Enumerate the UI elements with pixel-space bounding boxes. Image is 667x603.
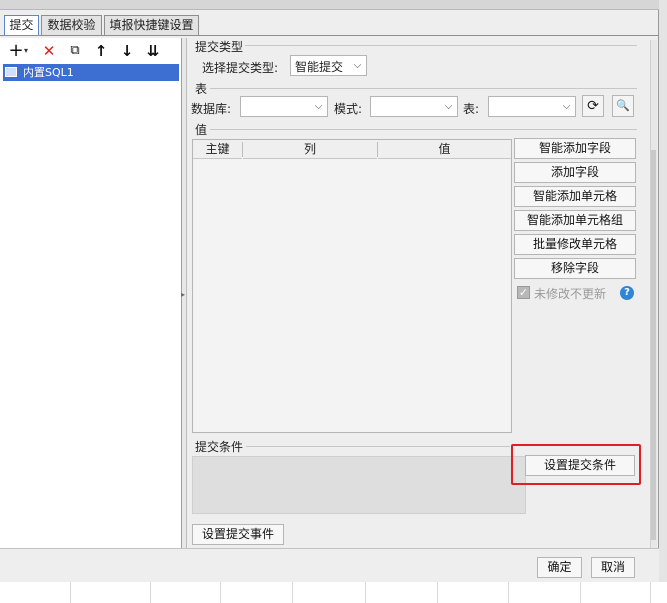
window-right-edge bbox=[659, 0, 667, 582]
submit-type-select[interactable]: 智能提交 ⌵ bbox=[290, 55, 367, 76]
tree-item-sql1[interactable]: 内置SQL1 bbox=[3, 64, 179, 81]
tab-bar-divider bbox=[0, 35, 659, 36]
refresh-icon[interactable]: ⟳ bbox=[582, 95, 604, 117]
move-up-icon[interactable]: ↑ bbox=[91, 42, 111, 60]
submit-type-value: 智能提交 bbox=[295, 60, 344, 74]
submit-type-field-label: 选择提交类型: bbox=[202, 61, 279, 75]
grid-line bbox=[650, 582, 651, 603]
chevron-down-icon: ⌵ bbox=[444, 101, 453, 112]
no-update-unmodified-checkbox[interactable]: ✓ bbox=[517, 286, 530, 299]
group-divider bbox=[210, 129, 637, 130]
column-header-column[interactable]: 列 bbox=[243, 140, 377, 159]
cancel-button[interactable]: 取消 bbox=[591, 557, 635, 578]
ok-button[interactable]: 确定 bbox=[537, 557, 582, 578]
submit-condition-display bbox=[192, 456, 526, 514]
table-label: 表: bbox=[463, 102, 480, 116]
column-header-primary-key[interactable]: 主键 bbox=[193, 140, 242, 159]
sql-list-panel bbox=[0, 38, 182, 548]
preview-icon[interactable]: 🔍 bbox=[612, 95, 634, 117]
field-table[interactable]: 主键 列 值 bbox=[192, 139, 512, 433]
highlight-box bbox=[511, 444, 641, 485]
submit-type-section-label: 提交类型 bbox=[195, 40, 244, 54]
batch-modify-cells-button[interactable]: 批量修改单元格 bbox=[514, 234, 636, 255]
remove-field-button[interactable]: 移除字段 bbox=[514, 258, 636, 279]
add-field-button[interactable]: 添加字段 bbox=[514, 162, 636, 183]
tab-shortcut-settings[interactable]: 填报快捷键设置 bbox=[104, 15, 199, 35]
database-label: 数据库: bbox=[191, 102, 232, 116]
grid-line bbox=[292, 582, 293, 603]
column-header-value[interactable]: 值 bbox=[378, 140, 511, 159]
sort-icon[interactable]: ⇊ bbox=[143, 42, 163, 60]
group-divider bbox=[245, 45, 637, 46]
chevron-down-icon: ⌵ bbox=[314, 101, 323, 112]
grid-line bbox=[508, 582, 509, 603]
smart-add-field-button[interactable]: 智能添加字段 bbox=[514, 138, 636, 159]
collapse-arrow-icon[interactable]: ▸ bbox=[181, 290, 186, 300]
grid-line bbox=[365, 582, 366, 603]
table-select[interactable]: ⌵ bbox=[488, 96, 576, 117]
schema-select[interactable]: ⌵ bbox=[370, 96, 458, 117]
smart-add-cell-group-button[interactable]: 智能添加单元格组 bbox=[514, 210, 636, 231]
help-icon[interactable]: ? bbox=[620, 286, 634, 300]
move-down-icon[interactable]: ↓ bbox=[117, 42, 137, 60]
grid-line bbox=[580, 582, 581, 603]
background-spreadsheet bbox=[0, 582, 667, 603]
delete-icon[interactable]: ✕ bbox=[39, 42, 59, 60]
set-submit-event-button[interactable]: 设置提交事件 bbox=[192, 524, 284, 545]
schema-label: 模式: bbox=[334, 102, 363, 116]
value-section-label: 值 bbox=[195, 123, 208, 137]
smart-add-cell-button[interactable]: 智能添加单元格 bbox=[514, 186, 636, 207]
grid-line bbox=[220, 582, 221, 603]
tab-submit[interactable]: 提交 bbox=[4, 15, 39, 36]
add-dropdown-icon[interactable]: ▾ bbox=[24, 46, 28, 55]
submit-condition-section-label: 提交条件 bbox=[195, 440, 244, 454]
grid-line bbox=[70, 582, 71, 603]
tab-data-validation[interactable]: 数据校验 bbox=[41, 15, 102, 35]
chevron-down-icon: ⌵ bbox=[353, 60, 362, 71]
window-top-strip bbox=[0, 0, 659, 10]
grid-line bbox=[150, 582, 151, 603]
table-section-label: 表 bbox=[195, 82, 208, 96]
chevron-down-icon: ⌵ bbox=[562, 101, 571, 112]
group-divider bbox=[246, 446, 510, 447]
group-divider bbox=[210, 88, 637, 89]
copy-icon[interactable]: ⧉ bbox=[65, 42, 85, 60]
database-select[interactable]: ⌵ bbox=[240, 96, 328, 117]
scrollbar-thumb[interactable] bbox=[651, 150, 656, 540]
add-icon[interactable]: + bbox=[6, 42, 26, 60]
datasource-icon bbox=[5, 67, 17, 77]
grid-line bbox=[437, 582, 438, 603]
no-update-unmodified-label: 未修改不更新 bbox=[534, 287, 607, 301]
